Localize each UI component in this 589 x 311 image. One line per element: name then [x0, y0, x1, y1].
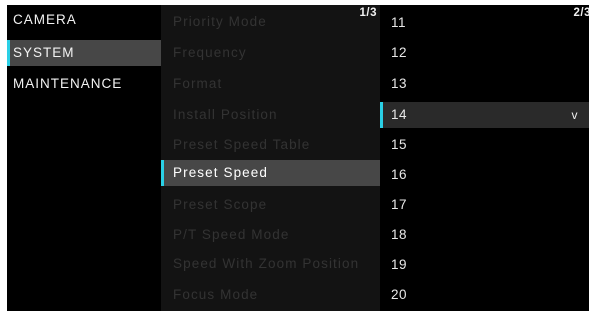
value-item[interactable]: 11	[380, 10, 589, 36]
setting-label: Priority Mode	[173, 14, 267, 29]
setting-label: Preset Scope	[173, 197, 268, 212]
value-item[interactable]: 13	[380, 71, 589, 97]
setting-label: Speed With Zoom Position	[173, 256, 360, 271]
setting-label: Preset Speed Table	[173, 137, 311, 152]
value-list: 2/3 11 12 13 14 v 15 16 17 18 19 20	[380, 5, 589, 311]
value-label: 20	[391, 287, 408, 302]
setting-label: Preset Speed	[173, 165, 269, 180]
setting-label: Format	[173, 76, 223, 91]
menu-item-label: SYSTEM	[13, 45, 75, 60]
value-label: 18	[391, 227, 408, 242]
setting-preset-speed-table[interactable]: Preset Speed Table	[161, 132, 380, 158]
setting-pt-speed-mode[interactable]: P/T Speed Mode	[161, 222, 380, 248]
value-item[interactable]: 17	[380, 192, 589, 218]
value-label: 19	[391, 257, 408, 272]
setting-priority-mode[interactable]: Priority Mode	[161, 9, 380, 35]
value-item[interactable]: 18	[380, 222, 589, 248]
menu-item-maintenance[interactable]: MAINTENANCE	[7, 71, 161, 97]
value-label: 11	[391, 15, 407, 30]
settings-menu: 1/3 Priority Mode Frequency Format Insta…	[161, 5, 380, 311]
value-label: 16	[391, 167, 408, 182]
setting-label: Install Position	[173, 107, 278, 122]
menu-item-camera[interactable]: CAMERA	[7, 7, 161, 33]
setting-preset-speed[interactable]: Preset Speed	[161, 160, 380, 186]
menu-item-label: CAMERA	[13, 12, 77, 27]
value-label: 17	[391, 197, 408, 212]
value-label: 14	[391, 107, 408, 122]
setting-label: Focus Mode	[173, 287, 259, 302]
value-label: 12	[391, 45, 408, 60]
menu-item-label: MAINTENANCE	[13, 76, 123, 91]
category-menu: CAMERA SYSTEM MAINTENANCE	[7, 5, 161, 311]
value-item[interactable]: 12	[380, 40, 589, 66]
setting-frequency[interactable]: Frequency	[161, 40, 380, 66]
value-label: 15	[391, 137, 408, 152]
value-item[interactable]: 16	[380, 162, 589, 188]
value-item[interactable]: 19	[380, 252, 589, 278]
selection-marker	[380, 102, 383, 128]
value-indicator: v	[571, 108, 578, 122]
setting-label: Frequency	[173, 45, 247, 60]
osd-menu-screen: CAMERA SYSTEM MAINTENANCE 1/3 Priority M…	[7, 5, 589, 311]
value-item[interactable]: 20	[380, 282, 589, 308]
selection-marker	[7, 40, 10, 66]
setting-format[interactable]: Format	[161, 71, 380, 97]
setting-speed-with-zoom-position[interactable]: Speed With Zoom Position	[161, 251, 380, 277]
menu-item-system[interactable]: SYSTEM	[7, 40, 161, 66]
selection-marker	[161, 160, 164, 186]
value-item-selected[interactable]: 14 v	[380, 102, 589, 128]
setting-focus-mode[interactable]: Focus Mode	[161, 282, 380, 308]
value-item[interactable]: 15	[380, 132, 589, 158]
value-label: 13	[391, 76, 408, 91]
setting-install-position[interactable]: Install Position	[161, 102, 380, 128]
setting-label: P/T Speed Mode	[173, 227, 290, 242]
setting-preset-scope[interactable]: Preset Scope	[161, 192, 380, 218]
